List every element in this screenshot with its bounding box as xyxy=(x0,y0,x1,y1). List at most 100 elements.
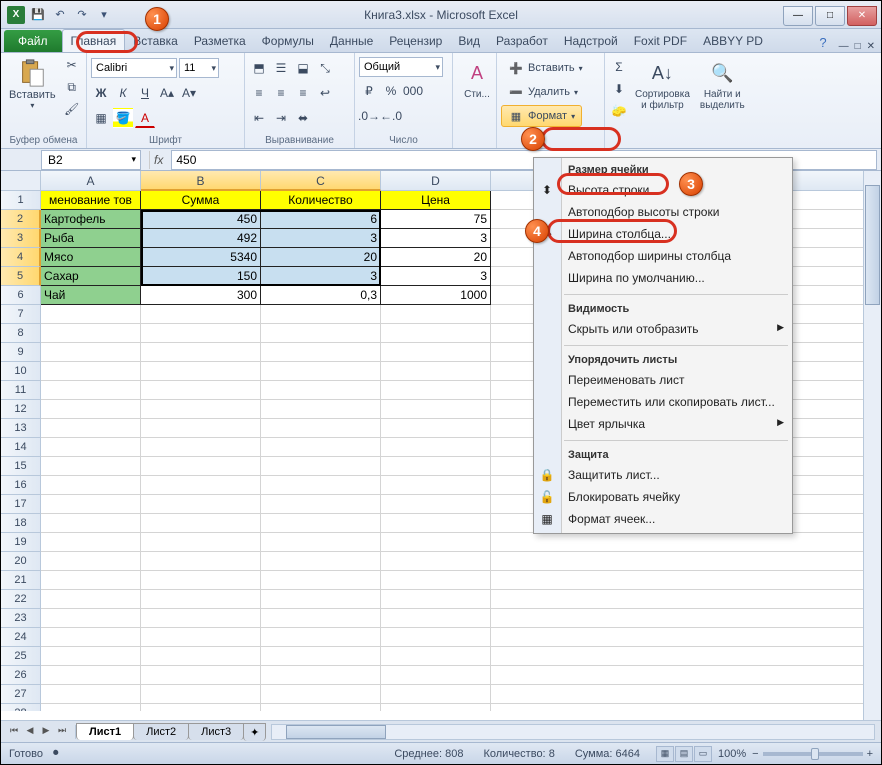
empty-cell[interactable] xyxy=(261,343,381,362)
dd-rename-sheet[interactable]: Переименовать лист xyxy=(534,369,792,391)
tab-review[interactable]: Рецензир xyxy=(381,30,450,52)
qat-customize-icon[interactable]: ▾ xyxy=(95,6,113,24)
empty-cell[interactable] xyxy=(381,400,491,419)
undo-icon[interactable]: ↶ xyxy=(51,6,69,24)
empty-cell[interactable] xyxy=(261,628,381,647)
empty-cell[interactable] xyxy=(261,514,381,533)
data-cell[interactable]: 20 xyxy=(381,248,491,267)
row-header-27[interactable]: 27 xyxy=(1,685,41,704)
empty-cell[interactable] xyxy=(381,495,491,514)
data-cell[interactable]: 20 xyxy=(261,248,381,267)
empty-cell[interactable] xyxy=(141,457,261,476)
empty-cell[interactable] xyxy=(41,400,141,419)
empty-cell[interactable] xyxy=(141,571,261,590)
tab-layout[interactable]: Разметка xyxy=(186,30,254,52)
dd-lock-cell[interactable]: 🔓 Блокировать ячейку xyxy=(534,486,792,508)
row-header-1[interactable]: 1 xyxy=(1,191,41,210)
dd-hide-show[interactable]: Скрыть или отобразить ▶ xyxy=(534,318,792,340)
fx-button[interactable]: fx xyxy=(149,151,167,169)
empty-cell[interactable] xyxy=(41,609,141,628)
minimize-button[interactable]: — xyxy=(783,6,813,26)
empty-cell[interactable] xyxy=(141,514,261,533)
data-cell[interactable]: 3 xyxy=(381,229,491,248)
empty-cell[interactable] xyxy=(41,495,141,514)
styles-button[interactable]: A Сти... xyxy=(457,55,497,102)
align-left-icon[interactable]: ≡ xyxy=(249,83,269,103)
row-header-28[interactable]: 28 xyxy=(1,704,41,711)
empty-cell[interactable] xyxy=(141,704,261,711)
dd-tab-color[interactable]: Цвет ярлычка ▶ xyxy=(534,413,792,435)
empty-cell[interactable] xyxy=(381,438,491,457)
data-cell[interactable]: 3 xyxy=(261,229,381,248)
dd-format-cells[interactable]: ▦ Формат ячеек... xyxy=(534,508,792,530)
empty-cell[interactable] xyxy=(491,704,881,711)
format-painter-icon[interactable]: 🖌 xyxy=(62,99,82,119)
empty-cell[interactable] xyxy=(41,438,141,457)
empty-cell[interactable] xyxy=(491,666,881,685)
empty-cell[interactable] xyxy=(41,571,141,590)
empty-cell[interactable] xyxy=(141,381,261,400)
data-cell[interactable]: 3 xyxy=(261,267,381,286)
tab-nav-next-icon[interactable]: ▶ xyxy=(39,725,53,739)
tab-nav-first-icon[interactable]: ⏮ xyxy=(7,725,21,739)
data-cell[interactable]: 1000 xyxy=(381,286,491,305)
tab-home[interactable]: Главная xyxy=(62,29,126,52)
dd-protect-sheet[interactable]: 🔒 Защитить лист... xyxy=(534,464,792,486)
data-cell[interactable]: 6 xyxy=(261,210,381,229)
row-header-21[interactable]: 21 xyxy=(1,571,41,590)
empty-cell[interactable] xyxy=(261,476,381,495)
increase-indent-icon[interactable]: ⇥ xyxy=(271,108,291,128)
view-normal-icon[interactable]: ▦ xyxy=(656,746,674,762)
empty-cell[interactable] xyxy=(141,609,261,628)
mdi-minimize-icon[interactable]: — xyxy=(839,41,849,52)
empty-cell[interactable] xyxy=(41,305,141,324)
sort-filter-button[interactable]: A↓ Сортировка и фильтр xyxy=(631,55,694,113)
underline-button[interactable]: Ч xyxy=(135,83,155,103)
empty-cell[interactable] xyxy=(141,362,261,381)
empty-cell[interactable] xyxy=(141,647,261,666)
empty-cell[interactable] xyxy=(381,343,491,362)
name-cell[interactable]: Сахар xyxy=(41,267,141,286)
zoom-level[interactable]: 100% xyxy=(718,748,746,760)
vscroll-thumb[interactable] xyxy=(865,185,880,305)
increase-font-icon[interactable]: A▴ xyxy=(157,83,177,103)
excel-icon[interactable]: X xyxy=(7,6,25,24)
help-icon[interactable]: ? xyxy=(815,33,830,52)
empty-cell[interactable] xyxy=(491,647,881,666)
row-header-26[interactable]: 26 xyxy=(1,666,41,685)
data-cell[interactable]: 450 xyxy=(141,210,261,229)
sheet-tab-2[interactable]: Лист2 xyxy=(133,723,189,740)
row-header-17[interactable]: 17 xyxy=(1,495,41,514)
name-cell[interactable]: Чай xyxy=(41,286,141,305)
empty-cell[interactable] xyxy=(381,647,491,666)
col-header-A[interactable]: A xyxy=(41,171,141,191)
empty-cell[interactable] xyxy=(381,514,491,533)
empty-cell[interactable] xyxy=(41,533,141,552)
mdi-close-icon[interactable]: ✕ xyxy=(867,41,875,52)
maximize-button[interactable]: □ xyxy=(815,6,845,26)
empty-cell[interactable] xyxy=(141,495,261,514)
row-header-24[interactable]: 24 xyxy=(1,628,41,647)
increase-decimal-icon[interactable]: .0→ xyxy=(359,106,379,126)
tab-nav-last-icon[interactable]: ⏭ xyxy=(55,725,69,739)
empty-cell[interactable] xyxy=(491,628,881,647)
empty-cell[interactable] xyxy=(41,552,141,571)
empty-cell[interactable] xyxy=(261,704,381,711)
merge-icon[interactable]: ⬌ xyxy=(293,108,313,128)
empty-cell[interactable] xyxy=(381,666,491,685)
empty-cell[interactable] xyxy=(261,400,381,419)
dd-autofit-row[interactable]: Автоподбор высоты строки xyxy=(534,201,792,223)
percent-icon[interactable]: % xyxy=(381,81,401,101)
empty-cell[interactable] xyxy=(261,685,381,704)
align-center-icon[interactable]: ≡ xyxy=(271,83,291,103)
zoom-in-button[interactable]: + xyxy=(867,748,873,760)
empty-cell[interactable] xyxy=(491,552,881,571)
data-cell[interactable]: 300 xyxy=(141,286,261,305)
empty-cell[interactable] xyxy=(261,666,381,685)
row-header-7[interactable]: 7 xyxy=(1,305,41,324)
row-header-22[interactable]: 22 xyxy=(1,590,41,609)
zoom-out-button[interactable]: − xyxy=(752,748,758,760)
empty-cell[interactable] xyxy=(41,476,141,495)
save-icon[interactable]: 💾 xyxy=(29,6,47,24)
empty-cell[interactable] xyxy=(141,400,261,419)
